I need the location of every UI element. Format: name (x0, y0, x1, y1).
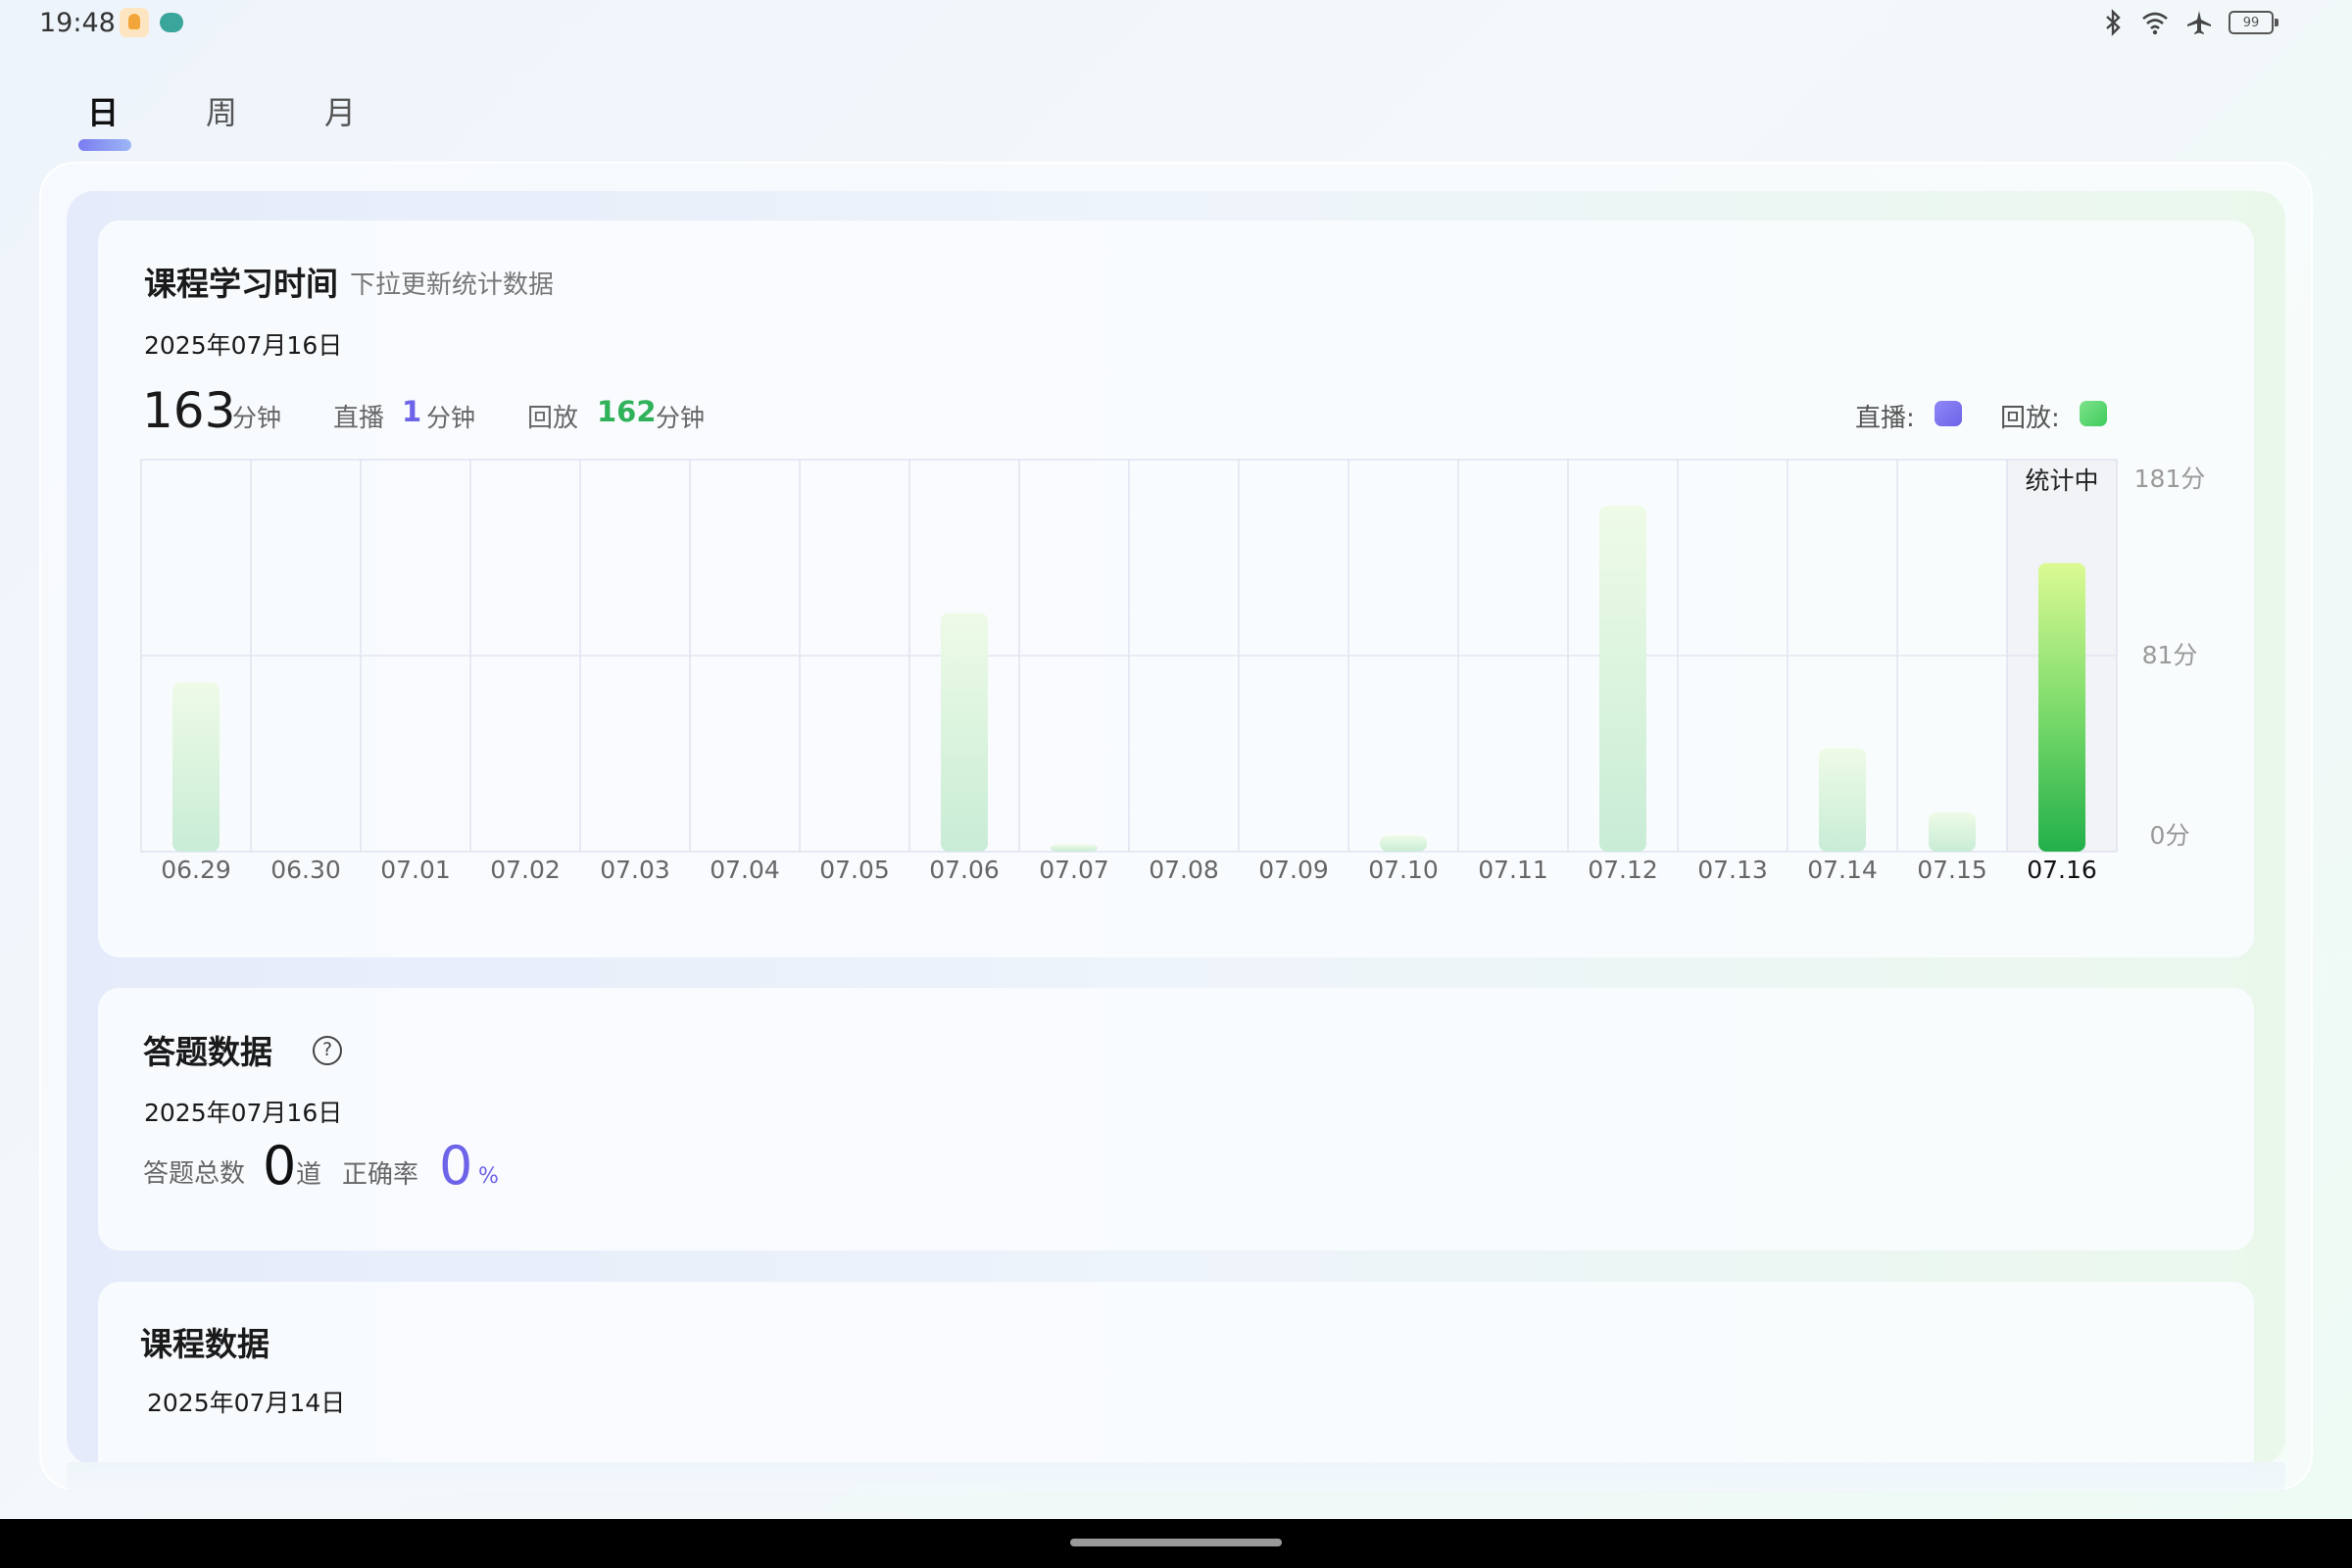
x-tick-label: 06.29 (161, 856, 231, 884)
x-tick-label: 07.15 (1917, 856, 1987, 884)
x-tick-label: 07.13 (1697, 856, 1768, 884)
x-tick-label: 07.09 (1258, 856, 1329, 884)
answers-card (98, 988, 2254, 1250)
x-tick-label: 06.30 (270, 856, 341, 884)
y-tick-label: 181分 (2134, 465, 2206, 493)
bar-playback[interactable] (941, 612, 988, 852)
x-tick-label: 07.04 (710, 856, 780, 884)
bar-playback[interactable] (172, 682, 220, 852)
accuracy-value: 0 (439, 1135, 473, 1197)
accuracy-label: 正确率 (342, 1160, 419, 1190)
status-time: 19:48 (39, 8, 116, 38)
bar-playback[interactable] (1051, 844, 1098, 852)
y-tick-label: 81分 (2142, 641, 2198, 669)
answers-total-label: 答题总数 (143, 1159, 246, 1189)
battery-icon: 99 (2229, 11, 2278, 34)
course-date: 2025年07月14日 (147, 1389, 346, 1417)
course-card (98, 1282, 2254, 1478)
x-tick-label: 07.07 (1039, 856, 1109, 884)
tab-active-indicator (78, 139, 131, 151)
system-nav-bar (0, 1519, 2352, 1568)
home-indicator[interactable] (1070, 1539, 1282, 1546)
answers-total-unit: 道 (296, 1160, 322, 1190)
status-icons: 99 (2101, 8, 2278, 37)
x-tick-label: 07.12 (1588, 856, 1658, 884)
highlight-label: 统计中 (2025, 466, 2098, 495)
y-tick-label: 0分 (2150, 821, 2190, 850)
tab-month[interactable]: 月 (296, 88, 384, 133)
x-tick-label: 07.14 (1807, 856, 1878, 884)
study-time-section: 课程学习时间 下拉更新统计数据 2025年07月16日 163 分钟 直播 1 … (98, 220, 2254, 957)
x-tick-label: 07.01 (380, 856, 451, 884)
answers-date: 2025年07月16日 (144, 1099, 343, 1127)
question-circle-icon[interactable]: ? (313, 1036, 342, 1065)
airplane-icon (2187, 11, 2211, 34)
bar-playback[interactable] (1599, 506, 1646, 852)
course-title: 课程数据 (140, 1325, 270, 1363)
bluetooth-icon (2106, 9, 2121, 36)
list-bottom-fade (67, 1462, 2285, 1492)
bar-playback[interactable] (2038, 563, 2085, 852)
app-icon-1 (120, 8, 149, 37)
bar-playback[interactable] (1380, 835, 1427, 852)
bar-playback[interactable] (1929, 812, 1976, 852)
answers-title: 答题数据 (143, 1033, 272, 1071)
answers-total-value: 0 (263, 1135, 297, 1197)
x-tick-label: 07.06 (929, 856, 1000, 884)
tab-week[interactable]: 周 (177, 88, 266, 133)
x-tick-label: 07.08 (1149, 856, 1219, 884)
app-icon-2 (157, 8, 186, 37)
x-tick-label: 07.11 (1478, 856, 1548, 884)
bar-playback[interactable] (1819, 748, 1866, 852)
tab-day[interactable]: 日 (59, 88, 147, 133)
study-time-chart: 06.29 06.30 07.01 07.02 07.03 07.04 07.05 07.06… (140, 459, 2206, 884)
x-tick-label: 07.05 (819, 856, 890, 884)
wifi-icon (2142, 12, 2168, 35)
x-tick-label: 07.03 (600, 856, 670, 884)
x-tick-label: 07.02 (490, 856, 561, 884)
x-tick-label: 07.16 (2027, 856, 2097, 884)
status-bar: 19:48 99 (0, 0, 2352, 51)
accuracy-unit: % (478, 1164, 499, 1189)
x-tick-label: 07.10 (1368, 856, 1439, 884)
battery-level: 99 (2242, 15, 2260, 30)
